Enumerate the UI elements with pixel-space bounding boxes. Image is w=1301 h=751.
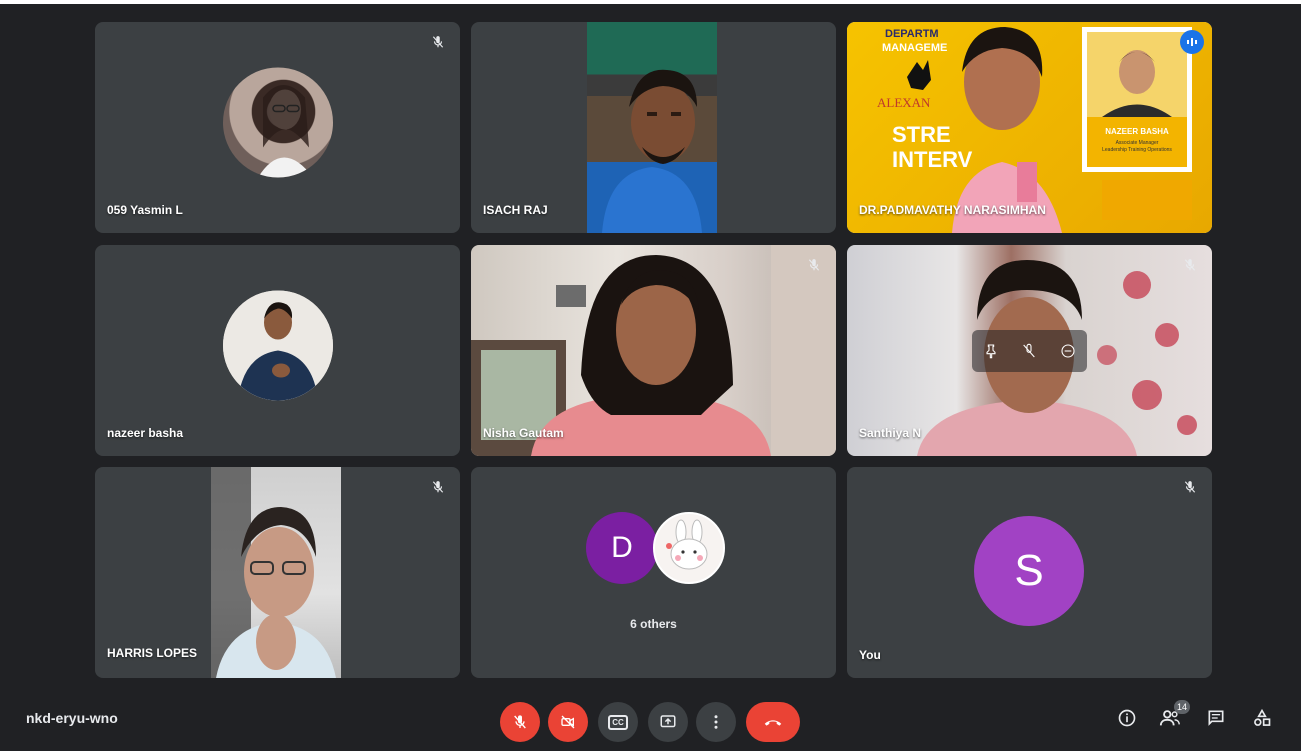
mic-toggle-button[interactable]: [500, 702, 540, 742]
info-icon: [1118, 709, 1136, 727]
camera-toggle-button[interactable]: [548, 702, 588, 742]
slide-text: INTERV: [892, 147, 973, 172]
more-vert-icon: [714, 715, 718, 729]
avatar-letter: S: [1014, 546, 1044, 595]
participant-name: DR.PADMAVATHY NARASIMHAN: [859, 203, 1046, 217]
other-participant-avatar-bunny: [653, 512, 725, 584]
participant-tile-yasmin[interactable]: 059 Yasmin L: [95, 22, 460, 233]
mic-muted-icon: [804, 255, 824, 275]
speaking-indicator-icon: [1180, 30, 1204, 54]
participant-name: HARRIS LOPES: [107, 646, 198, 660]
participant-video: DEPARTM MANAGEME ALEXAN STRE INTERV NAZE…: [847, 22, 1212, 233]
participant-tile-santhiya[interactable]: Santhiya N: [847, 245, 1212, 456]
participant-tile-you[interactable]: S You: [847, 467, 1212, 678]
slide-text: MANAGEME: [882, 42, 947, 54]
slide-text: Leadership Training Operations: [1102, 147, 1172, 153]
participant-video: [471, 245, 836, 456]
meeting-controls-bar: nkd-eryu-wno CC 14: [0, 690, 1301, 751]
participant-video: [211, 467, 341, 678]
meeting-code: nkd-eryu-wno: [26, 710, 118, 726]
other-participant-avatar-d: D: [586, 512, 658, 584]
participant-tile-isach[interactable]: ISACH RAJ: [471, 22, 836, 233]
participant-tile-nazeer[interactable]: nazeer basha: [95, 245, 460, 456]
captions-button[interactable]: CC: [598, 702, 638, 742]
present-screen-button[interactable]: [648, 702, 688, 742]
activities-shapes-icon: [1254, 708, 1271, 726]
slide-text: NAZEER BASHA: [1105, 127, 1169, 136]
present-icon: [660, 715, 676, 728]
meeting-details-button[interactable]: [1115, 706, 1139, 730]
participant-tile-harris[interactable]: HARRIS LOPES: [95, 467, 460, 678]
participant-name: You: [859, 648, 881, 662]
mic-off-icon: [514, 715, 526, 729]
slide-text: DEPARTM: [885, 28, 939, 40]
participant-tile-others[interactable]: D 6 others: [471, 467, 836, 678]
avatar-letter: D: [611, 531, 633, 564]
activities-button[interactable]: [1250, 706, 1274, 730]
mute-participant-icon[interactable]: [1021, 343, 1037, 359]
more-options-button[interactable]: [696, 702, 736, 742]
people-count-badge: 14: [1174, 700, 1190, 714]
participant-tile-nisha[interactable]: Nisha Gautam: [471, 245, 836, 456]
self-avatar: S: [974, 516, 1084, 626]
chat-icon: [1208, 710, 1224, 726]
pin-icon[interactable]: [983, 343, 999, 359]
mic-muted-icon: [428, 32, 448, 52]
mic-muted-icon: [428, 477, 448, 497]
top-border: [0, 0, 1301, 4]
participant-tile-padmavathy[interactable]: DEPARTM MANAGEME ALEXAN STRE INTERV NAZE…: [847, 22, 1212, 233]
leave-call-button[interactable]: [746, 702, 800, 742]
tile-hover-controls: [972, 330, 1087, 372]
leave-call-icon: [764, 720, 782, 726]
camera-off-icon: [561, 715, 575, 729]
slide-text: Associate Manager: [1116, 140, 1159, 146]
people-button[interactable]: 14: [1158, 700, 1190, 730]
slide-text: ALEXAN: [877, 95, 931, 110]
participant-avatar: [222, 67, 333, 177]
others-count-label: 6 others: [630, 617, 677, 631]
captions-icon: CC: [608, 714, 628, 730]
participant-avatar: [222, 290, 333, 400]
slide-text: STRE: [892, 122, 951, 147]
mic-muted-icon: [1180, 255, 1200, 275]
remove-participant-icon[interactable]: [1060, 343, 1076, 359]
participant-name: 059 Yasmin L: [107, 203, 183, 217]
participant-video: [587, 22, 717, 233]
participant-name: Nisha Gautam: [483, 426, 564, 440]
participant-name: ISACH RAJ: [483, 203, 548, 217]
participant-name: nazeer basha: [107, 426, 184, 440]
mic-muted-icon: [1180, 477, 1200, 497]
participant-name: Santhiya N: [859, 426, 922, 440]
chat-button[interactable]: [1204, 706, 1228, 730]
